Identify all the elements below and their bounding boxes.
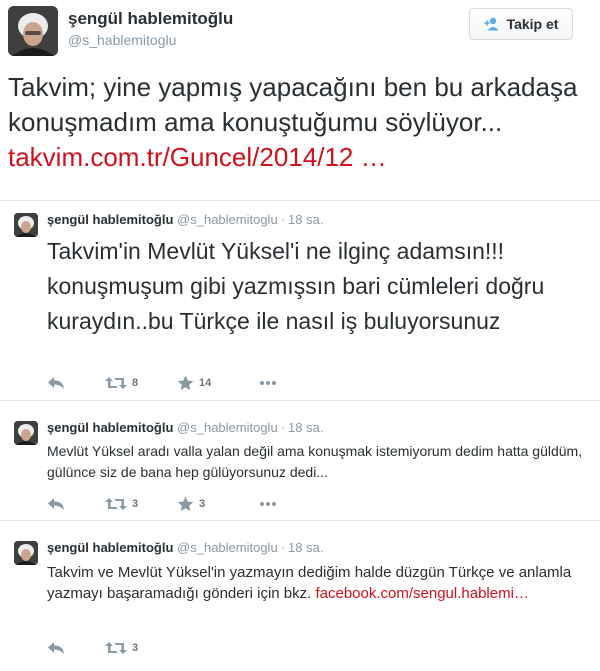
tweet-body: Takvim; yine yapmış yapacağını ben bu ar… <box>8 72 578 137</box>
retweet-icon <box>105 377 127 389</box>
reply-header: şengül hablemitoğlu @s_hablemitoglu · 18 s… <box>47 540 323 555</box>
tweet-text: Takvim ve Mevlüt Yüksel'in yazmayın dedi… <box>47 562 577 604</box>
avatar[interactable] <box>14 213 38 237</box>
more-button[interactable] <box>259 373 277 393</box>
reply-tweet: şengül hablemitoğlu @s_hablemitoglu · 18 s… <box>0 520 600 671</box>
reply-button[interactable] <box>47 373 65 393</box>
person-add-icon <box>484 17 499 31</box>
star-icon <box>177 375 194 391</box>
avatar[interactable] <box>8 6 58 56</box>
reply-arrow-icon <box>48 377 64 389</box>
reply-header: şengül hablemitoğlu @s_hablemitoglu · 18 s… <box>47 212 323 227</box>
timestamp[interactable]: 18 sa. <box>288 420 323 435</box>
avatar-image <box>14 421 38 445</box>
author-handle[interactable]: @s_hablemitoglu <box>177 540 278 555</box>
reply-button[interactable] <box>47 494 65 514</box>
reply-header: şengül hablemitoğlu @s_hablemitoglu · 18 s… <box>47 420 323 435</box>
author-handle[interactable]: @s_hablemitoglu <box>68 32 176 48</box>
author-handle[interactable]: @s_hablemitoglu <box>177 212 278 227</box>
tweet-link[interactable]: facebook.com/sengul.hablemi… <box>315 585 528 602</box>
favorite-count: 14 <box>199 377 212 389</box>
more-dots-icon <box>260 381 276 385</box>
avatar-image <box>8 6 58 56</box>
avatar[interactable] <box>14 541 38 565</box>
reply-button[interactable] <box>47 638 65 658</box>
retweet-button[interactable]: 3 <box>105 494 138 514</box>
author-name[interactable]: şengül hablemitoğlu <box>47 540 173 555</box>
author-name[interactable]: şengül hablemitoğlu <box>68 9 233 29</box>
author-name[interactable]: şengül hablemitoğlu <box>47 420 173 435</box>
timestamp[interactable]: 18 sa. <box>288 540 323 555</box>
more-button[interactable] <box>259 494 277 514</box>
favorite-button[interactable]: 14 <box>177 373 211 393</box>
timestamp[interactable]: 18 sa. <box>288 212 323 227</box>
retweet-count: 8 <box>132 377 139 389</box>
retweet-count: 3 <box>132 498 139 510</box>
tweet-text: Takvim'in Mevlüt Yüksel'i ne ilginç adam… <box>47 238 545 334</box>
avatar-image <box>14 541 38 565</box>
retweet-icon <box>105 498 127 510</box>
tweet-link[interactable]: takvim.com.tr/Guncel/2014/12 … <box>8 142 387 172</box>
reply-arrow-icon <box>48 498 64 510</box>
author-name[interactable]: şengül hablemitoğlu <box>47 212 173 227</box>
separator-dot: · <box>280 420 286 435</box>
retweet-button[interactable]: 3 <box>105 638 138 658</box>
follow-label: Takip et <box>506 16 559 32</box>
main-tweet: şengül hablemitoğlu @s_hablemitoglu Taki… <box>0 0 600 200</box>
retweet-button[interactable]: 8 <box>105 373 138 393</box>
reply-tweet: şengül hablemitoğlu @s_hablemitoglu · 18 s… <box>0 400 600 521</box>
favorite-count: 3 <box>199 498 206 510</box>
more-dots-icon <box>260 502 276 506</box>
avatar-image <box>14 213 38 237</box>
reply-arrow-icon <box>48 642 64 654</box>
separator-dot: · <box>280 540 286 555</box>
avatar[interactable] <box>14 421 38 445</box>
tweet-text: Takvim; yine yapmış yapacağını ben bu ar… <box>8 70 592 175</box>
separator-dot: · <box>280 212 286 227</box>
retweet-count: 3 <box>132 642 139 654</box>
favorite-button[interactable]: 3 <box>177 494 205 514</box>
retweet-icon <box>105 642 127 654</box>
star-icon <box>177 496 194 512</box>
tweet-text: Mevlüt Yüksel aradı valla yalan değil am… <box>47 443 583 480</box>
follow-button[interactable]: Takip et <box>469 8 573 40</box>
author-handle[interactable]: @s_hablemitoglu <box>177 420 278 435</box>
reply-tweet: şengül hablemitoğlu @s_hablemitoglu · 18 s… <box>0 200 600 401</box>
